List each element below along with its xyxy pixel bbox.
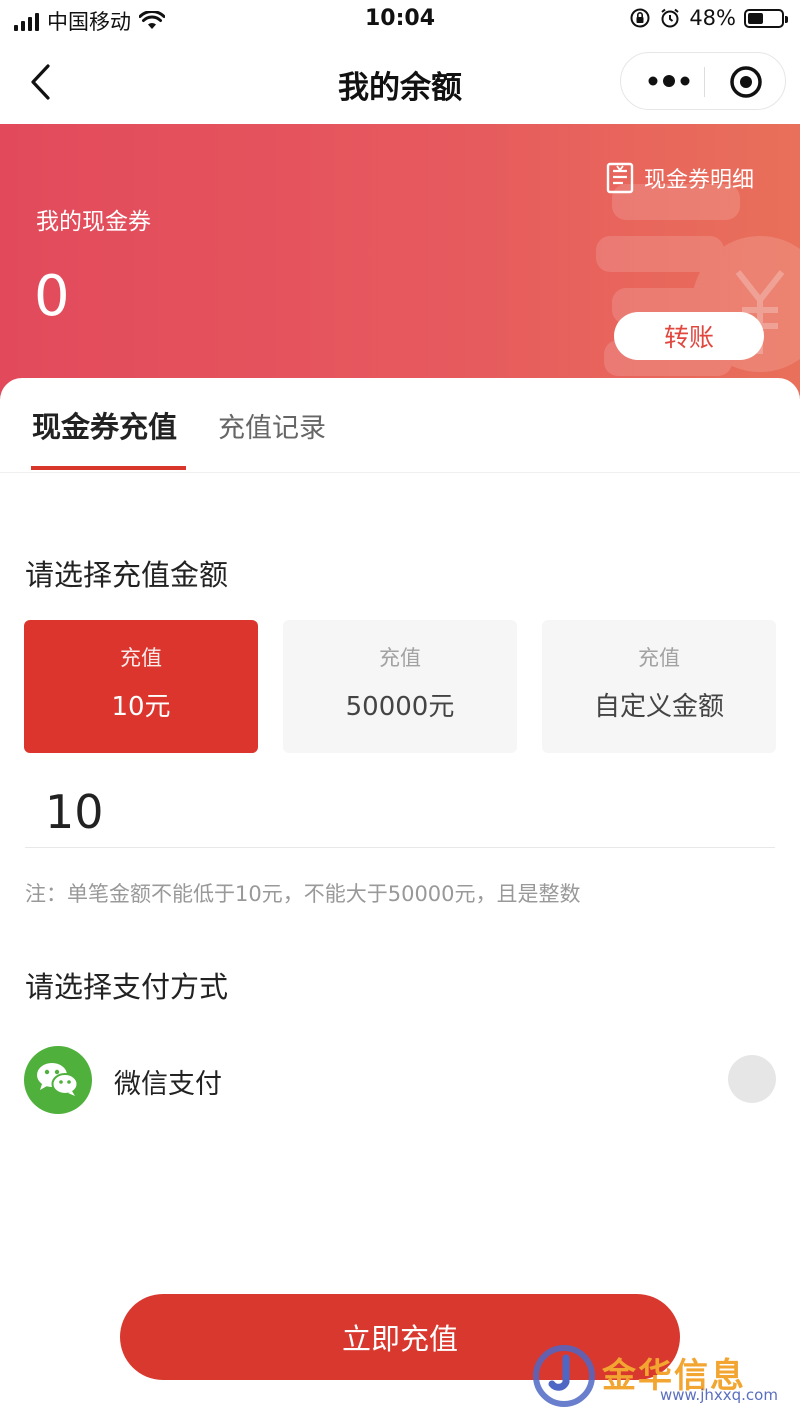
amount-option-custom[interactable]: 充值 自定义金额 (542, 620, 776, 753)
voucher-label: 我的现金券 (36, 209, 151, 235)
voucher-detail-label: 现金券明细 (643, 168, 754, 193)
voucher-balance: 0 (34, 264, 70, 329)
coin-decoration-icon (596, 184, 800, 376)
watermark-logo-icon (533, 1345, 595, 1407)
amount-option-value: 10元 (111, 692, 171, 722)
receipt-icon (606, 162, 634, 194)
nav-bar: 我的余额 (0, 40, 800, 124)
tab-recharge-history[interactable]: 充值记录 (218, 406, 326, 445)
status-bar: 中国移动 10:04 48% (0, 0, 800, 40)
payment-section-title: 请选择支付方式 (25, 970, 229, 1004)
tab-voucher-recharge[interactable]: 现金券充值 (32, 404, 177, 446)
amount-option-value: 50000元 (345, 692, 455, 722)
balance-banner: 现金券明细 我的现金券 0 转账 (0, 124, 800, 414)
voucher-detail-link[interactable]: 现金券明细 (606, 162, 754, 194)
battery-icon (744, 8, 788, 28)
amount-input[interactable] (25, 776, 775, 848)
close-miniprogram-icon[interactable] (721, 63, 771, 101)
tab-bar: 现金券充值 充值记录 (0, 378, 800, 473)
payment-radio[interactable] (728, 1055, 776, 1103)
payment-method-label: 微信支付 (114, 1069, 222, 1100)
payment-option-wechat[interactable]: 微信支付 (24, 1046, 776, 1116)
alarm-icon (661, 8, 679, 28)
miniprogram-capsule (620, 52, 786, 110)
watermark-url: www.jhxxq.com (660, 1386, 778, 1404)
capsule-divider (704, 67, 705, 97)
amount-option-caption: 充值 (379, 646, 421, 670)
main-card: 现金券充值 充值记录 请选择充值金额 充值 10元 充值 50000元 充值 自… (0, 378, 800, 1422)
site-watermark: 金华信息 www.jhxxq.com (532, 1342, 792, 1412)
status-right: 48% (629, 6, 788, 30)
amount-option-caption: 充值 (120, 646, 162, 670)
amount-option-50000[interactable]: 充值 50000元 (283, 620, 517, 753)
amount-option-10[interactable]: 充值 10元 (24, 620, 258, 753)
amount-option-caption: 充值 (638, 646, 680, 670)
amount-section-title: 请选择充值金额 (25, 558, 229, 592)
orientation-lock-icon (630, 8, 650, 28)
wechat-icon (24, 1046, 92, 1114)
more-icon[interactable] (639, 63, 699, 99)
battery-percent: 48% (689, 6, 736, 30)
amount-option-value: 自定义金额 (593, 692, 724, 722)
transfer-button[interactable]: 转账 (614, 312, 764, 360)
active-tab-indicator (31, 466, 186, 470)
amount-note: 注：单笔金额不能低于10元，不能大于50000元，且是整数 (25, 882, 581, 906)
